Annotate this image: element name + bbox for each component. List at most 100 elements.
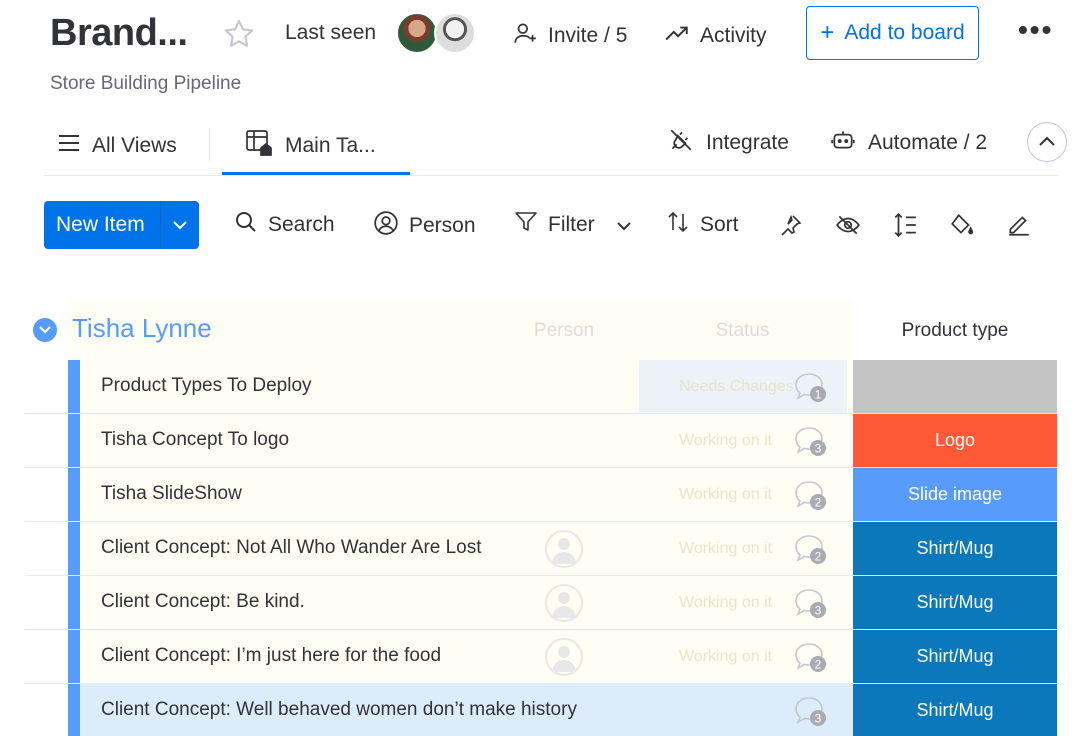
item-name[interactable]: Product Types To Deploy <box>101 375 312 397</box>
integrate-button[interactable]: Integrate <box>668 127 789 159</box>
plus-icon: + <box>820 19 835 46</box>
sort-label: Sort <box>700 213 739 236</box>
all-views-button[interactable]: All Views <box>58 134 177 158</box>
paint-bucket-icon[interactable] <box>945 208 979 242</box>
updates-icon[interactable]: 3 <box>793 694 829 728</box>
product-type-cell[interactable] <box>853 360 1057 413</box>
product-type-cell[interactable]: Shirt/Mug <box>853 522 1057 575</box>
updates-icon[interactable]: 2 <box>793 478 829 512</box>
pin-icon[interactable] <box>774 208 808 242</box>
avatar[interactable] <box>434 12 476 54</box>
updates-count: 2 <box>815 496 822 510</box>
add-to-board-button[interactable]: + Add to board <box>806 6 979 60</box>
integrate-label: Integrate <box>706 131 789 154</box>
table-row[interactable]: Tisha Concept To logo Working on it 3 Lo… <box>25 414 1057 468</box>
group-color-bar <box>68 630 80 683</box>
trend-icon <box>664 20 690 52</box>
filter-button[interactable]: Filter <box>514 210 631 240</box>
column-header-status[interactable]: Status <box>640 320 845 342</box>
updates-count: 1 <box>815 388 822 402</box>
item-name[interactable]: Client Concept: I’m just here for the fo… <box>101 645 441 667</box>
activity-label: Activity <box>700 24 767 47</box>
person-label: Person <box>409 214 476 237</box>
product-type-cell[interactable]: Shirt/Mug <box>853 684 1057 736</box>
views-divider <box>209 128 210 162</box>
all-views-label: All Views <box>92 134 177 157</box>
person-avatar[interactable] <box>545 530 583 568</box>
new-item-label: New Item <box>56 213 145 236</box>
updates-icon[interactable]: 1 <box>793 370 829 404</box>
person-filter-button[interactable]: Person <box>373 210 476 242</box>
more-options-icon[interactable]: ••• <box>1018 16 1053 44</box>
person-avatar[interactable] <box>545 638 583 676</box>
automate-label: Automate / 2 <box>868 131 988 154</box>
chevron-up-icon <box>1039 133 1055 151</box>
updates-icon[interactable]: 3 <box>793 424 829 458</box>
group-color-bar <box>68 684 80 736</box>
automate-button[interactable]: Automate / 2 <box>830 127 987 159</box>
updates-count: 2 <box>815 550 822 564</box>
new-item-button[interactable]: New Item <box>44 201 199 249</box>
item-name[interactable]: Client Concept: Not All Who Wander Are L… <box>101 537 482 559</box>
sort-button[interactable]: Sort <box>666 210 739 240</box>
board-title[interactable]: Brand... <box>50 12 188 55</box>
table-row[interactable]: Client Concept: I’m just here for the fo… <box>25 630 1057 684</box>
group-title[interactable]: Tisha Lynne <box>72 313 212 344</box>
search-label: Search <box>268 213 335 236</box>
updates-count: 3 <box>815 442 822 456</box>
plug-icon <box>668 127 694 159</box>
person-avatar[interactable] <box>545 584 583 622</box>
product-type-cell[interactable]: Shirt/Mug <box>853 576 1057 629</box>
group-color-bar <box>68 360 80 413</box>
main-tab-label: Main Ta... <box>285 134 376 157</box>
table-row[interactable]: Tisha SlideShow Working on it 2 Slide im… <box>25 468 1057 522</box>
search-icon <box>234 210 258 240</box>
group-color-bar <box>68 414 80 467</box>
invite-button[interactable]: Invite / 5 <box>512 20 627 52</box>
group-color-bar <box>68 576 80 629</box>
views-divider-line <box>44 175 1058 176</box>
product-type-cell[interactable]: Logo <box>853 414 1057 467</box>
item-name[interactable]: Client Concept: Well behaved women don’t… <box>101 699 577 721</box>
column-header-product-type[interactable]: Product type <box>853 320 1057 342</box>
table-row[interactable]: Client Concept: Be kind. Working on it 3… <box>25 576 1057 630</box>
filter-label: Filter <box>548 213 595 236</box>
updates-count: 2 <box>815 658 822 672</box>
invite-label: Invite / 5 <box>548 24 628 47</box>
avatar[interactable] <box>396 12 438 54</box>
add-person-icon <box>512 20 538 52</box>
table-row[interactable]: Client Concept: Well behaved women don’t… <box>25 684 1057 736</box>
hide-icon[interactable] <box>831 208 865 242</box>
robot-icon <box>830 127 856 159</box>
item-name[interactable]: Tisha Concept To logo <box>101 429 289 451</box>
updates-count: 3 <box>815 712 822 726</box>
table-row[interactable]: Product Types To Deploy Needs Changes 1 <box>25 360 1057 414</box>
item-name[interactable]: Client Concept: Be kind. <box>101 591 305 613</box>
star-icon[interactable] <box>222 17 256 51</box>
updates-icon[interactable]: 2 <box>793 532 829 566</box>
search-button[interactable]: Search <box>234 210 335 240</box>
table-row[interactable]: Client Concept: Not All Who Wander Are L… <box>25 522 1057 576</box>
collapse-header-button[interactable] <box>1027 122 1067 162</box>
group-collapse-icon[interactable] <box>33 318 57 342</box>
person-icon <box>373 210 399 242</box>
item-name[interactable]: Tisha SlideShow <box>101 483 242 505</box>
activity-button[interactable]: Activity <box>664 20 767 52</box>
edit-icon[interactable] <box>1002 208 1036 242</box>
column-header-person[interactable]: Person <box>520 320 608 342</box>
product-type-cell[interactable]: Slide image <box>853 468 1057 521</box>
tab-main-table[interactable]: Main Ta... <box>245 128 376 164</box>
group-color-bar <box>68 522 80 575</box>
filter-icon <box>514 210 538 240</box>
row-height-icon[interactable] <box>888 208 922 242</box>
table-home-icon <box>245 128 275 164</box>
add-to-board-label: Add to board <box>844 21 965 44</box>
product-type-cell[interactable]: Shirt/Mug <box>853 630 1057 683</box>
updates-icon[interactable]: 2 <box>793 640 829 674</box>
chevron-down-icon[interactable] <box>161 220 199 230</box>
group-color-bar <box>68 468 80 521</box>
board-description[interactable]: Store Building Pipeline <box>50 73 241 95</box>
hamburger-icon <box>58 134 80 158</box>
updates-icon[interactable]: 3 <box>793 586 829 620</box>
chevron-down-icon[interactable] <box>616 213 631 237</box>
